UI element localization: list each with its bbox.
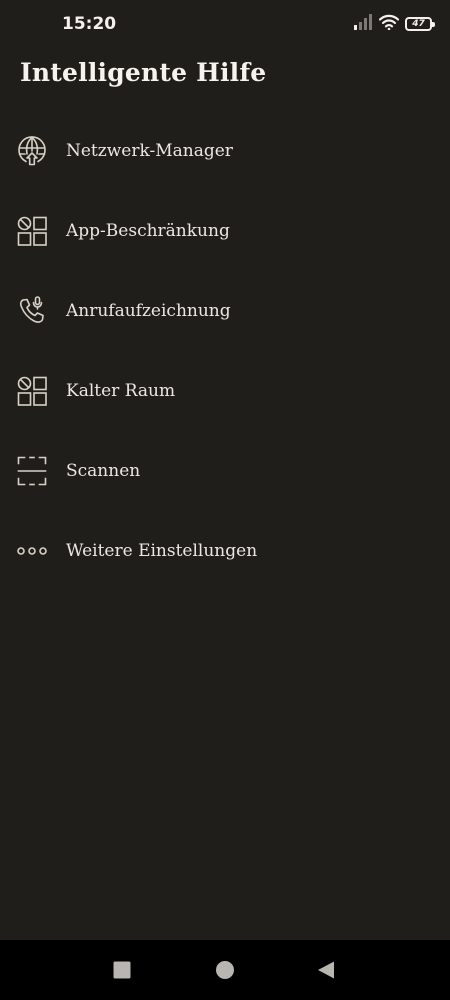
signal-icon [353,14,373,34]
menu-item-label: Weitere Einstellungen [66,541,258,561]
home-circle-icon[interactable] [215,960,235,980]
more-dots-icon [16,535,48,567]
app-grid-block-icon [16,375,48,407]
navigation-bar [0,940,450,1000]
battery-level: 47 [412,18,425,29]
scan-frame-icon [16,455,48,487]
recents-square-icon[interactable] [112,960,132,980]
menu-item-label: Scannen [66,461,141,481]
menu-item-app-beschraenkung[interactable]: App-Beschränkung [0,191,450,271]
menu-item-kalter-raum[interactable]: Kalter Raum [0,351,450,431]
menu-item-label: Kalter Raum [66,381,176,401]
status-icons: 47 [353,14,435,34]
status-time: 15:20 [62,14,117,34]
menu-item-weitere-einstellungen[interactable]: Weitere Einstellungen [0,511,450,591]
menu-item-label: Anrufaufzeichnung [66,301,231,321]
screen: 15:20 47 Intelligente Hilfe Netzwerk-Man… [0,0,450,1000]
menu-item-scannen[interactable]: Scannen [0,431,450,511]
menu-item-label: Netzwerk-Manager [66,141,233,161]
menu-list: Netzwerk-Manager App-Beschränkung Anrufa… [0,111,450,591]
menu-item-anrufaufzeichnung[interactable]: Anrufaufzeichnung [0,271,450,351]
battery-icon: 47 [405,17,435,31]
menu-item-label: App-Beschränkung [66,221,230,241]
status-bar: 15:20 47 [0,0,450,48]
page-title: Intelligente Hilfe [20,58,267,87]
wifi-icon [378,14,400,34]
back-triangle-icon[interactable] [316,960,336,980]
app-grid-block-icon [16,215,48,247]
globe-upload-icon [16,135,48,167]
phone-mic-icon [16,295,48,327]
menu-item-netzwerk-manager[interactable]: Netzwerk-Manager [0,111,450,191]
